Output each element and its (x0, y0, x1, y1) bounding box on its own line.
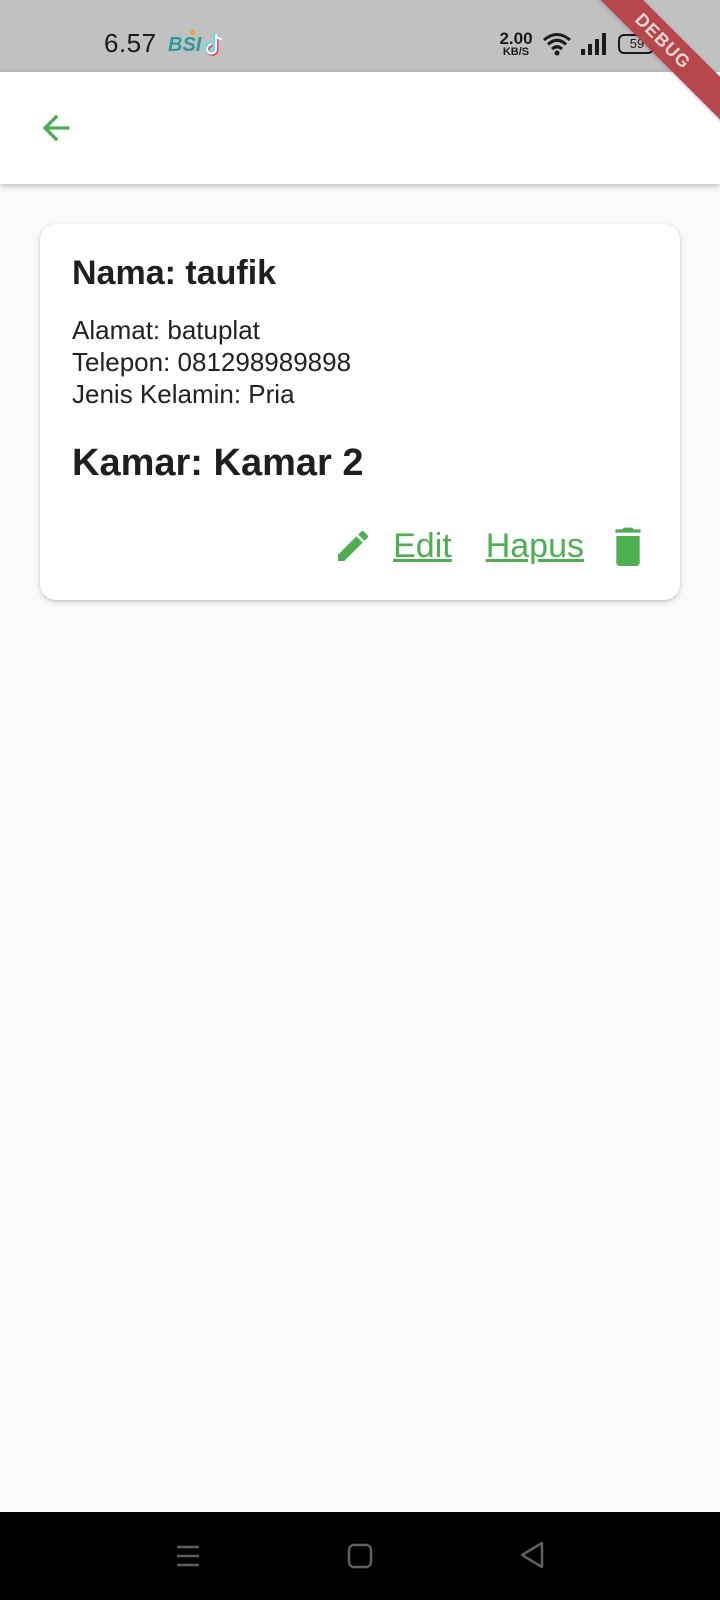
pencil-icon[interactable] (333, 526, 373, 566)
resident-address: Alamat: batuplat (72, 315, 260, 345)
back-button[interactable] (28, 100, 84, 156)
resident-details: Alamat: batuplat Telepon: 081298989898 J… (72, 314, 351, 410)
resident-card: Nama: taufik Alamat: batuplat Telepon: 0… (40, 224, 680, 600)
network-speed: 2.00 KB/S (498, 30, 534, 58)
delete-button[interactable]: Hapus (486, 527, 584, 566)
back-triangle-icon[interactable] (518, 1540, 546, 1570)
app-bar (0, 72, 720, 184)
resident-name: Nama: taufik (72, 254, 277, 292)
resident-phone: Telepon: 081298989898 (72, 347, 352, 377)
resident-room: Kamar: Kamar 2 (72, 442, 364, 484)
signal-icon (581, 33, 606, 55)
wifi-icon (543, 33, 571, 56)
arrow-left-icon (42, 114, 70, 142)
network-speed-value: 2.00 (499, 29, 533, 48)
home-icon[interactable] (346, 1542, 374, 1570)
network-speed-unit: KB/S (502, 46, 530, 58)
screen: 6.57 BSI 2.00 KB/S 59 DEBUG Nama: taufik… (0, 0, 720, 1600)
bsi-icon: BSI (168, 34, 202, 56)
tiktok-icon (204, 33, 223, 56)
status-time: 6.57 (104, 28, 157, 58)
bsi-dot-icon (190, 30, 195, 35)
menu-icon[interactable] (174, 1542, 202, 1570)
edit-button[interactable]: Edit (393, 527, 452, 566)
card-actions: Edit Hapus (333, 524, 648, 568)
system-nav-bar (0, 1512, 720, 1600)
trash-icon[interactable] (608, 524, 648, 568)
resident-gender: Jenis Kelamin: Pria (72, 379, 295, 409)
